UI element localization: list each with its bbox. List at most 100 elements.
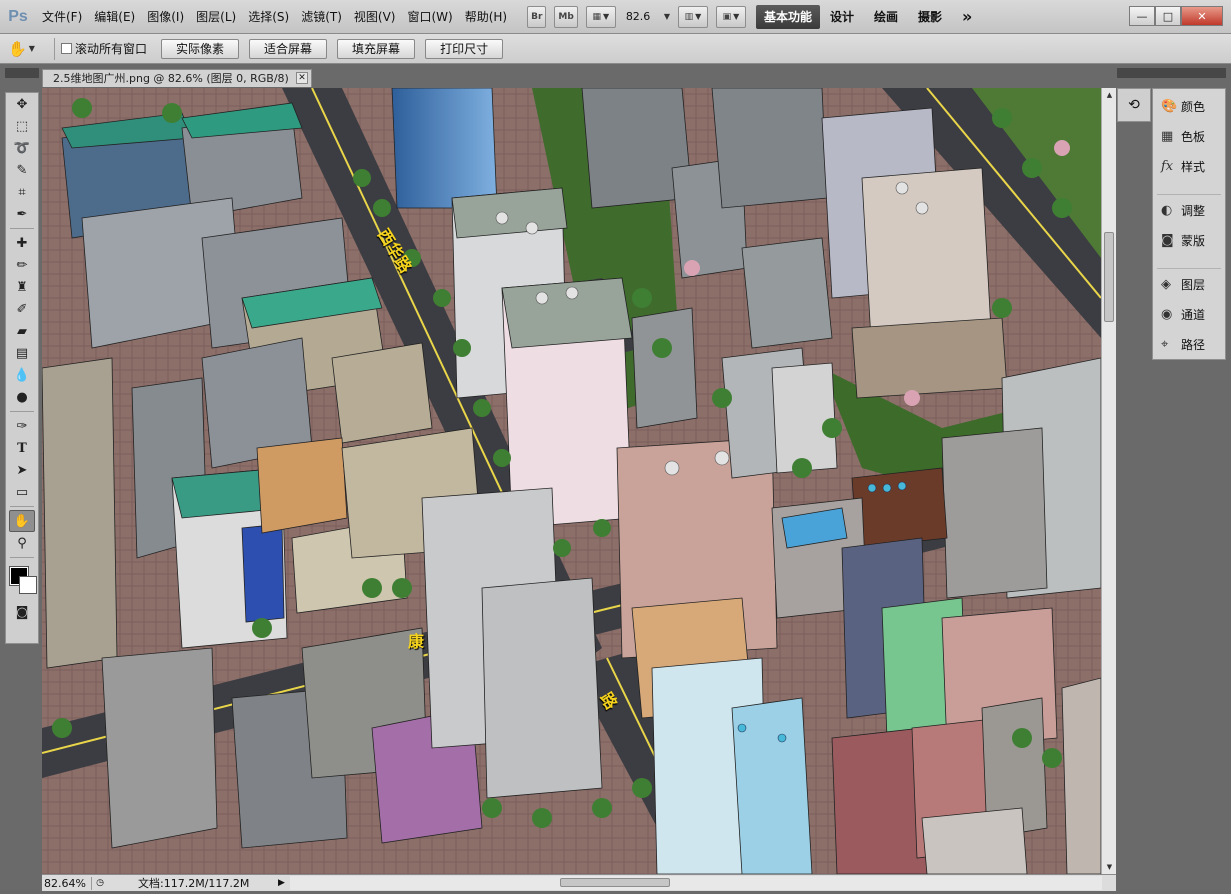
panel-color-label: 颜色 bbox=[1181, 99, 1206, 114]
quick-selection-tool[interactable]: ✎ bbox=[6, 159, 38, 181]
document-canvas[interactable]: 西华路 康 路 bbox=[42, 88, 1101, 874]
status-zoom[interactable]: 82.64% bbox=[42, 876, 92, 890]
status-menu-arrow[interactable]: ▶ bbox=[278, 878, 290, 888]
panels-header[interactable] bbox=[1117, 68, 1226, 78]
history-panel-button[interactable]: ⟲ bbox=[1117, 88, 1151, 122]
panel-color[interactable]: 🎨 颜色 bbox=[1153, 91, 1225, 121]
panel-channels[interactable]: ◉ 通道 bbox=[1153, 299, 1225, 329]
menu-image[interactable]: 图像(I) bbox=[141, 0, 190, 34]
rectangle-icon: ▭ bbox=[15, 484, 29, 500]
divider bbox=[1157, 181, 1221, 195]
workspace-essentials[interactable]: 基本功能 bbox=[755, 4, 820, 29]
crop-tool[interactable]: ⌗ bbox=[6, 181, 38, 203]
shape-tool[interactable]: ▭ bbox=[6, 481, 38, 503]
document-tab[interactable]: 2.5维地图广州.png @ 82.6% (图层 0, RGB/8) ✕ bbox=[42, 69, 312, 87]
zoom-tool[interactable]: ⚲ bbox=[6, 532, 38, 554]
dodge-icon: ● bbox=[16, 389, 28, 405]
palette-icon: 🎨 bbox=[1161, 98, 1178, 114]
menu-bar: Ps 文件(F) 编辑(E) 图像(I) 图层(L) 选择(S) 滤镜(T) 视… bbox=[0, 0, 1231, 34]
panel-adjustments-label: 调整 bbox=[1181, 203, 1206, 218]
checkbox-box[interactable] bbox=[61, 43, 72, 54]
mini-bridge-button[interactable]: Mb bbox=[554, 5, 578, 28]
close-button[interactable]: ✕ bbox=[1181, 6, 1223, 26]
crop-icon: ⌗ bbox=[18, 184, 26, 200]
close-document-icon[interactable]: ✕ bbox=[296, 72, 308, 84]
workspace-painting[interactable]: 绘画 bbox=[864, 8, 908, 25]
minimize-button[interactable]: — bbox=[1129, 6, 1155, 26]
paths-icon: ⌖ bbox=[1161, 336, 1169, 352]
history-brush-tool[interactable]: ✐ bbox=[6, 298, 38, 320]
healing-brush-tool[interactable]: ✚ bbox=[6, 232, 38, 254]
menu-layer[interactable]: 图层(L) bbox=[190, 0, 242, 34]
panel-styles-label: 样式 bbox=[1181, 159, 1206, 174]
menu-help[interactable]: 帮助(H) bbox=[459, 0, 513, 34]
hand-tool[interactable]: ✋ bbox=[9, 510, 35, 532]
path-selection-tool[interactable]: ➤ bbox=[6, 459, 38, 481]
scroll-all-windows-checkbox[interactable]: 滚动所有窗口 bbox=[61, 40, 147, 57]
scroll-up-icon[interactable]: ▲ bbox=[1102, 88, 1117, 102]
panel-swatches-label: 色板 bbox=[1181, 129, 1206, 144]
divider bbox=[10, 411, 34, 412]
chevron-down-icon: ▼ bbox=[28, 44, 35, 53]
restore-button[interactable]: □ bbox=[1155, 6, 1181, 26]
panel-styles[interactable]: fx 样式 bbox=[1153, 151, 1225, 181]
menu-edit[interactable]: 编辑(E) bbox=[88, 0, 141, 34]
menu-select[interactable]: 选择(S) bbox=[242, 0, 295, 34]
vertical-scroll-thumb[interactable] bbox=[1104, 232, 1114, 322]
quick-selection-icon: ✎ bbox=[16, 162, 28, 178]
move-tool[interactable]: ✥ bbox=[6, 93, 38, 115]
color-swatches bbox=[6, 561, 38, 601]
type-tool[interactable]: T bbox=[6, 437, 38, 459]
menu-view[interactable]: 视图(V) bbox=[348, 0, 402, 34]
brush-tool[interactable]: ✏ bbox=[6, 254, 38, 276]
screen-mode-button[interactable]: ▣ ▼ bbox=[715, 5, 746, 28]
gradient-tool[interactable]: ▤ bbox=[6, 342, 38, 364]
workspace-design[interactable]: 设计 bbox=[820, 8, 864, 25]
scroll-down-icon[interactable]: ▼ bbox=[1102, 860, 1117, 874]
document-title: 2.5维地图广州.png @ 82.6% (图层 0, RGB/8) bbox=[53, 72, 289, 85]
droplet-icon: 💧 bbox=[13, 367, 31, 383]
menu-filter[interactable]: 滤镜(T) bbox=[295, 0, 348, 34]
quick-mask-button[interactable]: ◙ bbox=[6, 601, 38, 623]
horizontal-scrollbar[interactable] bbox=[290, 876, 1102, 890]
zoom-level[interactable]: 82.6 bbox=[626, 10, 662, 23]
bridge-button[interactable]: Br bbox=[527, 5, 547, 28]
status-info-icon[interactable]: ◷ bbox=[92, 878, 108, 888]
status-document-info: 文档:117.2M/117.2M bbox=[138, 877, 250, 890]
workspace-photography[interactable]: 摄影 bbox=[908, 8, 952, 25]
lasso-tool[interactable]: ➰ bbox=[6, 137, 38, 159]
menu-file[interactable]: 文件(F) bbox=[36, 0, 88, 34]
background-color-swatch[interactable] bbox=[19, 576, 37, 594]
screen-mode-icon: ▣ bbox=[722, 11, 732, 22]
pen-tool[interactable]: ✑ bbox=[6, 415, 38, 437]
panel-layers[interactable]: ◈ 图层 bbox=[1153, 269, 1225, 299]
horizontal-scroll-thumb[interactable] bbox=[560, 878, 670, 887]
fill-screen-button[interactable]: 填充屏幕 bbox=[337, 38, 416, 59]
marquee-tool[interactable]: ⬚ bbox=[6, 115, 38, 137]
zoom-dropdown-icon[interactable]: ▼ bbox=[664, 12, 670, 21]
blur-tool[interactable]: 💧 bbox=[6, 364, 38, 386]
hand-tool-preset[interactable]: ✋ ▼ bbox=[8, 38, 48, 60]
toolbar-header[interactable] bbox=[5, 68, 39, 78]
panel-paths[interactable]: ⌖ 路径 bbox=[1153, 329, 1225, 359]
vertical-scrollbar[interactable]: ▲ ▼ bbox=[1101, 88, 1116, 874]
dodge-tool[interactable]: ● bbox=[6, 386, 38, 408]
arrange-documents-button[interactable]: ▥ ▼ bbox=[677, 5, 708, 28]
divider bbox=[54, 37, 55, 60]
panel-adjustments[interactable]: ◐ 调整 bbox=[1153, 195, 1225, 225]
eyedropper-icon: ✒ bbox=[16, 206, 28, 222]
workspace-more[interactable]: » bbox=[952, 7, 982, 26]
menu-window[interactable]: 窗口(W) bbox=[401, 0, 458, 34]
panel-paths-label: 路径 bbox=[1181, 337, 1206, 352]
print-size-button[interactable]: 打印尺寸 bbox=[425, 38, 504, 59]
fit-screen-button[interactable]: 适合屏幕 bbox=[249, 38, 328, 59]
panel-swatches[interactable]: ▦ 色板 bbox=[1153, 121, 1225, 151]
eyedropper-tool[interactable]: ✒ bbox=[6, 203, 38, 225]
divider bbox=[10, 557, 34, 558]
view-extras-button[interactable]: ▦ ▼ bbox=[585, 5, 616, 28]
panel-masks[interactable]: ◙ 蒙版 bbox=[1153, 225, 1225, 255]
clone-stamp-tool[interactable]: ♜ bbox=[6, 276, 38, 298]
actual-pixels-button[interactable]: 实际像素 bbox=[161, 38, 240, 59]
adjustments-icon: ◐ bbox=[1161, 202, 1173, 218]
eraser-tool[interactable]: ▰ bbox=[6, 320, 38, 342]
